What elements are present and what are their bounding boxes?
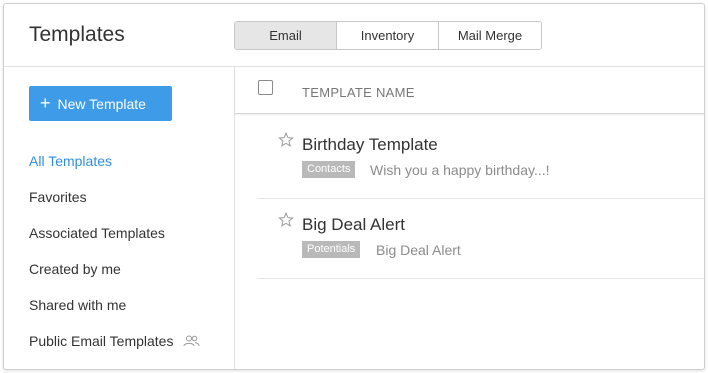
- tab-email[interactable]: Email: [235, 22, 337, 49]
- table-row[interactable]: Birthday Template Contacts Wish you a ha…: [257, 119, 704, 199]
- template-subject: Wish you a happy birthday...!: [370, 162, 550, 178]
- sidebar-item-label: Associated Templates: [29, 225, 165, 241]
- new-template-button[interactable]: + New Template: [29, 86, 172, 121]
- column-header-template-name[interactable]: TEMPLATE NAME: [302, 85, 415, 100]
- module-badge: Contacts: [302, 161, 356, 178]
- sidebar-item-label: Public Email Templates: [29, 333, 174, 349]
- sidebar-nav: All Templates Favorites Associated Templ…: [29, 143, 200, 359]
- page-header: Templates Email Inventory Mail Merge: [4, 4, 704, 67]
- star-icon[interactable]: [278, 211, 294, 228]
- table-row[interactable]: Big Deal Alert Potentials Big Deal Alert: [257, 199, 704, 279]
- template-name[interactable]: Birthday Template: [302, 135, 438, 155]
- tab-mail-merge[interactable]: Mail Merge: [439, 22, 541, 49]
- tab-inventory[interactable]: Inventory: [337, 22, 439, 49]
- sidebar-item-favorites[interactable]: Favorites: [29, 179, 200, 215]
- sidebar-item-label: All Templates: [29, 153, 113, 169]
- sidebar-item-label: Created by me: [29, 261, 121, 277]
- module-badge: Potentials: [302, 241, 361, 258]
- template-name[interactable]: Big Deal Alert: [302, 215, 405, 235]
- sidebar-item-all-templates[interactable]: All Templates: [29, 143, 200, 179]
- sidebar-item-associated-templates[interactable]: Associated Templates: [29, 215, 200, 251]
- select-all-checkbox[interactable]: [258, 80, 273, 95]
- list-header: TEMPLATE NAME: [235, 67, 704, 114]
- page-title: Templates: [29, 23, 125, 46]
- templates-window: Templates Email Inventory Mail Merge + N…: [3, 3, 705, 370]
- template-subject: Big Deal Alert: [376, 242, 461, 258]
- sidebar-item-public-email-templates[interactable]: Public Email Templates: [29, 323, 200, 359]
- sidebar-item-label: Shared with me: [29, 297, 127, 313]
- plus-icon: +: [40, 92, 51, 113]
- people-icon: [183, 335, 200, 347]
- sidebar-item-created-by-me[interactable]: Created by me: [29, 251, 200, 287]
- template-list: TEMPLATE NAME Birthday Template Contacts…: [235, 67, 704, 369]
- template-type-tabs: Email Inventory Mail Merge: [234, 21, 542, 50]
- new-template-label: New Template: [57, 95, 146, 112]
- sidebar: + New Template All Templates Favorites A…: [4, 67, 235, 369]
- sidebar-item-label: Favorites: [29, 189, 87, 205]
- star-icon[interactable]: [278, 131, 294, 148]
- sidebar-item-shared-with-me[interactable]: Shared with me: [29, 287, 200, 323]
